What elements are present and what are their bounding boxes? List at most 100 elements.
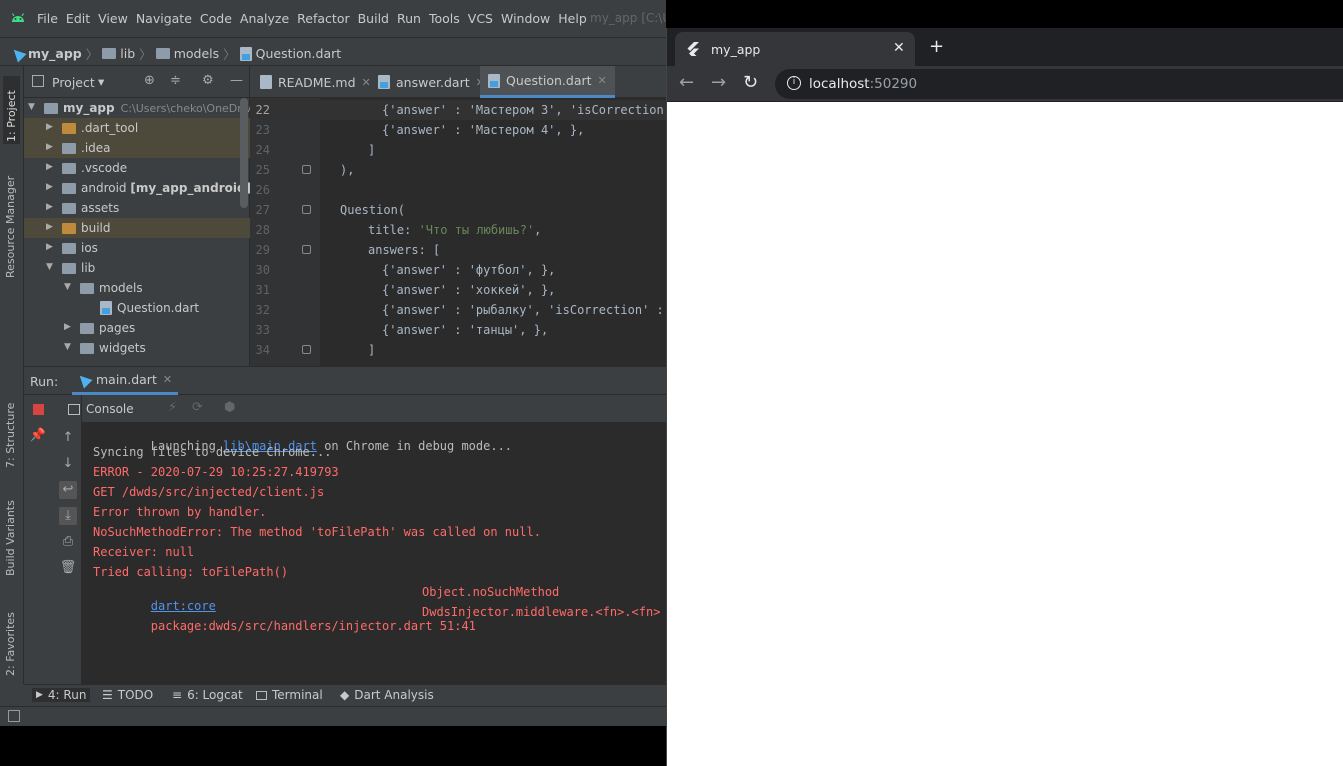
- scroll-down-button[interactable]: ↓: [59, 455, 77, 473]
- fold-icon[interactable]: [302, 165, 311, 174]
- close-icon[interactable]: ✕: [598, 74, 607, 87]
- tree-item-label: .vscode: [81, 161, 128, 175]
- stop-button[interactable]: [29, 401, 47, 419]
- tool-windows-toggle-icon[interactable]: [8, 710, 20, 722]
- expanded-arrow-icon: ▼: [28, 102, 35, 112]
- menu-edit[interactable]: Edit: [66, 11, 90, 26]
- menu-file[interactable]: File: [37, 11, 58, 26]
- tab-question-dart[interactable]: Question.dart ✕: [480, 66, 615, 98]
- tree-item-assets[interactable]: ▶ assets: [24, 198, 250, 218]
- soft-wrap-button[interactable]: ↩: [59, 481, 77, 499]
- code-line[interactable]: 30 {'answer' : 'футбол', },: [250, 260, 666, 280]
- print-button[interactable]: ⎙: [59, 533, 77, 551]
- collapse-all-icon[interactable]: ≑: [170, 73, 181, 88]
- breadcrumb-file[interactable]: Question.dart: [256, 46, 342, 61]
- tree-item-pages[interactable]: ▶ pages: [24, 318, 250, 338]
- code-line[interactable]: 26: [250, 180, 666, 200]
- scroll-to-end-button[interactable]: ⤓: [59, 507, 77, 525]
- info-icon[interactable]: i: [787, 76, 801, 90]
- minimize-icon[interactable]: —: [230, 73, 243, 88]
- resource-manager-tool-tab[interactable]: Resource Manager: [4, 166, 17, 278]
- tree-item-my-app[interactable]: ▼ my_app C:\Users\cheko\OneDrive: [24, 98, 258, 118]
- menu-navigate[interactable]: Navigate: [136, 11, 192, 26]
- tree-item-question-dart[interactable]: Question.dart: [24, 298, 250, 318]
- new-tab-button[interactable]: +: [929, 36, 944, 57]
- menu-run[interactable]: Run: [397, 11, 421, 26]
- folder-icon: [102, 48, 117, 59]
- code-line[interactable]: 24 ]: [250, 140, 666, 160]
- project-view-selector[interactable]: Project: [52, 75, 95, 90]
- fold-icon[interactable]: [302, 205, 311, 214]
- menu-code[interactable]: Code: [200, 11, 232, 26]
- menu-view[interactable]: View: [98, 11, 128, 26]
- code-text: answers: [: [368, 243, 441, 257]
- console-stack-line: dart:core Object.noSuchMethod: [93, 585, 663, 613]
- tree-item-vscode[interactable]: ▶ .vscode: [24, 158, 250, 178]
- code-line[interactable]: 23 {'answer' : 'Мастером 4', },: [250, 120, 666, 140]
- scroll-up-button[interactable]: ↑: [59, 429, 77, 447]
- breadcrumb-models[interactable]: models: [174, 46, 219, 61]
- tree-item-lib[interactable]: ▼ lib: [24, 258, 250, 278]
- tree-item-dart-tool[interactable]: ▶ .dart_tool: [24, 118, 250, 138]
- reload-icon[interactable]: ↻: [743, 72, 758, 93]
- bottom-tab-run[interactable]: ▶ 4: Run: [32, 688, 91, 702]
- build-variants-tool-tab[interactable]: Build Variants: [4, 486, 17, 576]
- crosshair-icon[interactable]: ⊕: [144, 73, 155, 88]
- code-line[interactable]: 27 Question(: [250, 200, 666, 220]
- bottom-tab-terminal[interactable]: Terminal: [256, 688, 323, 702]
- tab-answer-dart[interactable]: answer.dart ✕: [370, 66, 493, 98]
- bottom-tab-dart-analysis[interactable]: ◆ Dart Analysis: [340, 688, 434, 702]
- breadcrumb-project[interactable]: my_app: [28, 46, 82, 61]
- console-tab[interactable]: Console: [68, 402, 134, 416]
- tree-item-build[interactable]: ▶ build: [24, 218, 250, 238]
- forward-arrow-icon[interactable]: →: [711, 72, 726, 93]
- code-line[interactable]: 34 ]: [250, 340, 666, 360]
- code-line[interactable]: 25 ),: [250, 160, 666, 180]
- bottom-tab-logcat[interactable]: ≡ 6: Logcat: [172, 688, 243, 702]
- tab-readme[interactable]: README.md ✕: [252, 66, 379, 98]
- code-line[interactable]: 28 title: 'Что ты любишь?',: [250, 220, 666, 240]
- back-arrow-icon[interactable]: ←: [679, 72, 694, 93]
- code-line[interactable]: 33 {'answer' : 'танцы', },: [250, 320, 666, 340]
- menu-vcs[interactable]: VCS: [468, 11, 493, 26]
- tree-item-label: pages: [99, 321, 136, 335]
- console-stack-location: package:dwds/src/handlers/injector.dart …: [150, 619, 476, 633]
- menu-analyze[interactable]: Analyze: [240, 11, 289, 26]
- code-line[interactable]: 31 {'answer' : 'хоккей', },: [250, 280, 666, 300]
- breadcrumb-lib[interactable]: lib: [120, 46, 135, 61]
- console-output[interactable]: Launching lib\main.dart on Chrome in deb…: [82, 423, 666, 685]
- code-line[interactable]: 32 {'answer' : 'рыбалку', 'isCorrection'…: [250, 300, 666, 320]
- hot-reload-icon[interactable]: ⚡: [168, 400, 177, 415]
- fold-icon[interactable]: [302, 345, 311, 354]
- chevron-down-icon[interactable]: ▾: [98, 74, 104, 89]
- code-line[interactable]: 29 answers: [: [250, 240, 666, 260]
- fold-icon[interactable]: [302, 245, 311, 254]
- tree-item-ios[interactable]: ▶ ios: [24, 238, 250, 258]
- menu-build[interactable]: Build: [358, 11, 389, 26]
- structure-tool-tab[interactable]: 7: Structure: [4, 388, 17, 468]
- window-title: my_app [C:\Users\cheko\OneDrive\my_app\m…: [590, 11, 666, 25]
- gear-icon[interactable]: ⚙: [202, 73, 214, 88]
- menu-help[interactable]: Help: [558, 11, 587, 26]
- project-scrollbar[interactable]: [240, 98, 248, 208]
- devtools-icon[interactable]: ⬢: [224, 400, 235, 415]
- project-tool-tab[interactable]: 1: Project: [3, 76, 20, 144]
- close-icon[interactable]: ✕: [893, 40, 905, 56]
- pin-tab-button[interactable]: 📌: [29, 427, 47, 445]
- tree-item-widgets[interactable]: ▼ widgets: [24, 338, 250, 358]
- menu-refactor[interactable]: Refactor: [297, 11, 349, 26]
- tree-item-android[interactable]: ▶ android [my_app_android]: [24, 178, 251, 198]
- close-icon[interactable]: ✕: [163, 373, 172, 386]
- hot-restart-icon[interactable]: ⟳: [192, 400, 203, 415]
- bottom-tab-todo[interactable]: ☰ TODO: [102, 688, 153, 702]
- menu-window[interactable]: Window: [501, 11, 550, 26]
- tree-item-idea[interactable]: ▶ .idea: [24, 138, 250, 158]
- address-bar[interactable]: i localhost:50290: [775, 69, 1343, 99]
- tree-item-models[interactable]: ▼ models: [24, 278, 250, 298]
- menu-tools[interactable]: Tools: [429, 11, 460, 26]
- favorites-tool-tab[interactable]: 2: Favorites: [4, 596, 17, 676]
- chrome-tab-my-app[interactable]: my_app ✕: [675, 32, 915, 66]
- code-line[interactable]: 22 {'answer' : 'Мастером 3', 'isCorrecti…: [250, 100, 666, 120]
- run-config-tab[interactable]: main.dart ✕: [72, 367, 179, 395]
- clear-all-button[interactable]: 🗑: [59, 559, 77, 577]
